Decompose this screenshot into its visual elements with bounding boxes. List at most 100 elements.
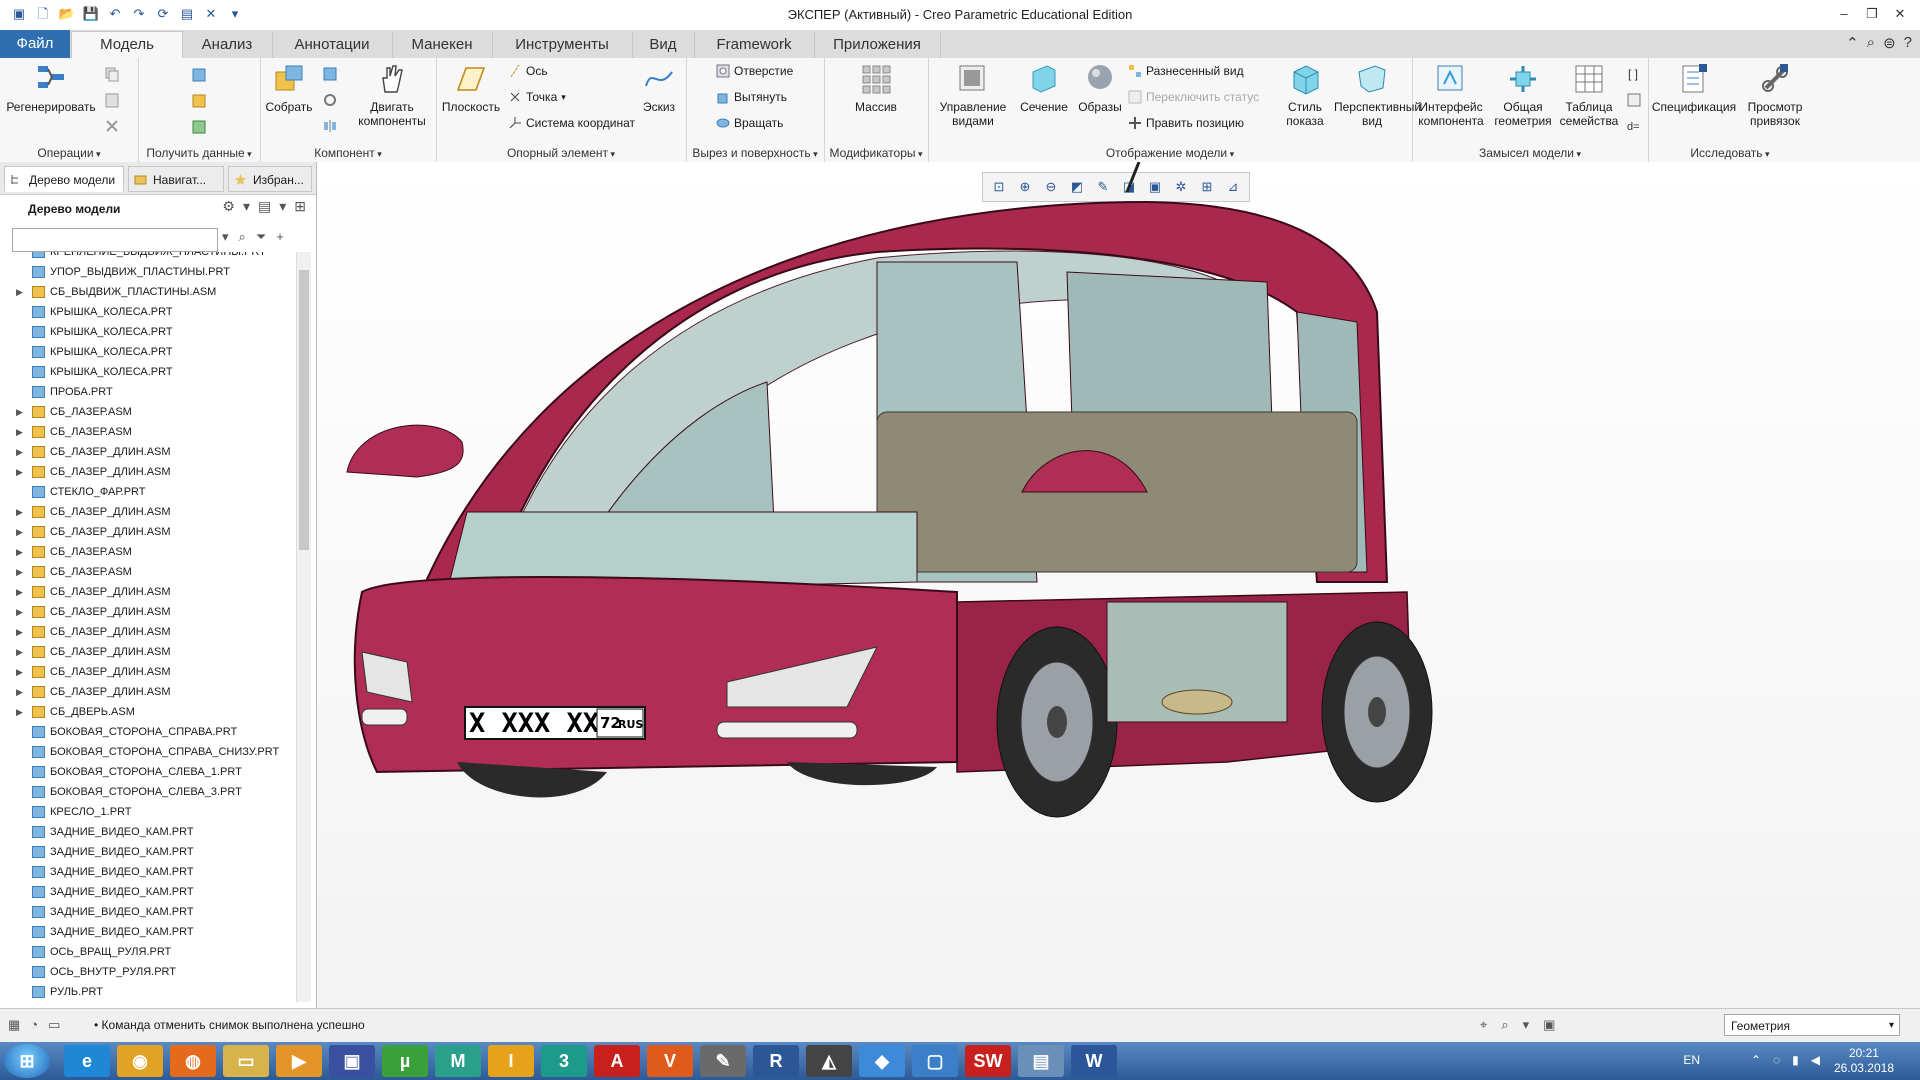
tree-row[interactable]: КРЕПЛЕНИЕ_ВЫДВИЖ_ПЛАСТИНЫ.PRT: [0, 252, 296, 262]
hole-button[interactable]: Отверстие: [716, 64, 793, 78]
group-label-model-intent[interactable]: Замысел модели: [1412, 146, 1648, 160]
taskbar-ie[interactable]: e: [64, 1045, 110, 1077]
chevron-down-icon[interactable]: ▾: [222, 229, 229, 245]
settings-icon[interactable]: ⚙: [222, 198, 235, 215]
expand-arrow-icon[interactable]: ▶: [16, 442, 26, 462]
taskbar-chrome[interactable]: ◉: [117, 1045, 163, 1077]
tree-row[interactable]: КРЫШКА_КОЛЕСА.PRT: [0, 322, 296, 342]
tab-3[interactable]: Аннотации: [272, 32, 393, 58]
tree-row[interactable]: ЗАДНИЕ_ВИДЕО_КАМ.PRT: [0, 922, 296, 942]
tree-row[interactable]: РУЛЬ.PRT: [0, 982, 296, 1002]
tree-row[interactable]: ▶ СБ_ЛАЗЕР_ДЛИН.ASM: [0, 582, 296, 602]
tree-row[interactable]: ▶ СБ_ЛАЗЕР_ДЛИН.ASM: [0, 602, 296, 622]
chevron-down-icon[interactable]: ▾: [1523, 1017, 1530, 1033]
taskbar-catia[interactable]: ◭: [806, 1045, 852, 1077]
volume-icon[interactable]: ◀: [1811, 1053, 1820, 1067]
copy-icon[interactable]: [104, 66, 120, 82]
tree-row[interactable]: ▶ СБ_ЛАЗЕР.ASM: [0, 562, 296, 582]
tree-row[interactable]: УПОР_ВЫДВИЖ_ПЛАСТИНЫ.PRT: [0, 262, 296, 282]
grid-icon[interactable]: ▦: [8, 1017, 20, 1033]
tree-row[interactable]: ▶ СБ_ЛАЗЕР_ДЛИН.ASM: [0, 682, 296, 702]
group-label-operations[interactable]: Операции: [0, 146, 138, 160]
smart-select-icon[interactable]: ⌖: [1480, 1017, 1487, 1033]
find-icon[interactable]: ⌕: [1501, 1017, 1508, 1033]
taskbar-navis[interactable]: ◆: [859, 1045, 905, 1077]
add-icon[interactable]: +: [276, 229, 284, 245]
help-icon[interactable]: ?: [1904, 34, 1912, 52]
tree-row[interactable]: КРЫШКА_КОЛЕСА.PRT: [0, 362, 296, 382]
chevron-up-icon[interactable]: ⌃: [1846, 34, 1859, 52]
family-table-button[interactable]: Таблица семейства: [1558, 62, 1620, 128]
tree-row[interactable]: ЗАДНИЕ_ВИДЕО_КАМ.PRT: [0, 822, 296, 842]
expand-arrow-icon[interactable]: ▶: [16, 422, 26, 442]
group-label-component[interactable]: Компонент: [260, 146, 436, 160]
merge-icon[interactable]: [190, 118, 208, 136]
expand-arrow-icon[interactable]: ▶: [16, 402, 26, 422]
chevron-down-icon[interactable]: ▾: [243, 198, 250, 215]
tab-7[interactable]: Framework: [694, 32, 815, 58]
tree-row[interactable]: ▶ СБ_ЛАЗЕР.ASM: [0, 422, 296, 442]
tree-row[interactable]: ▶ СБ_ЛАЗЕР.ASM: [0, 542, 296, 562]
taskbar-creo-view[interactable]: V: [647, 1045, 693, 1077]
tree-row[interactable]: ЗАДНИЕ_ВИДЕО_КАМ.PRT: [0, 842, 296, 862]
switch-dimensions-icon[interactable]: [1626, 92, 1642, 108]
group-label-cut-surface[interactable]: Вырез и поверхность: [686, 146, 824, 160]
tab-navigator[interactable]: Навигат...: [128, 166, 224, 192]
taskbar-utorrent[interactable]: µ: [382, 1045, 428, 1077]
car-model[interactable]: X XXX XX 72 RUS: [317, 162, 1920, 1008]
tab-1[interactable]: Модель: [71, 31, 183, 59]
tree-row[interactable]: ОСЬ_ВНУТР_РУЛЯ.PRT: [0, 962, 296, 982]
section-button[interactable]: Сечение: [1016, 62, 1072, 114]
csys-button[interactable]: Система координат: [508, 116, 635, 130]
assemble-button[interactable]: Собрать: [264, 62, 314, 114]
close-icon[interactable]: ✕: [1886, 2, 1914, 26]
group-label-investigate[interactable]: Исследовать: [1648, 146, 1812, 160]
create-component-icon[interactable]: [322, 66, 338, 82]
relations-icon[interactable]: d=: [1626, 118, 1642, 134]
expand-arrow-icon[interactable]: ▶: [16, 602, 26, 622]
taskbar-solidworks[interactable]: SW: [965, 1045, 1011, 1077]
tree-row[interactable]: ПРОБА.PRT: [0, 382, 296, 402]
tree-row[interactable]: БОКОВАЯ_СТОРОНА_СЛЕВА_3.PRT: [0, 782, 296, 802]
tab-model-tree[interactable]: Дерево модели: [4, 166, 124, 192]
tree-scrollbar[interactable]: [296, 252, 311, 1002]
tree-row[interactable]: ▶ СБ_ВЫДВИЖ_ПЛАСТИНЫ.ASM: [0, 282, 296, 302]
taskbar-calc[interactable]: ▤: [1018, 1045, 1064, 1077]
group-label-model-display[interactable]: Отображение модели: [928, 146, 1412, 160]
taskbar-media[interactable]: ▶: [276, 1045, 322, 1077]
expand-arrow-icon[interactable]: ▶: [16, 662, 26, 682]
sketch-button[interactable]: Эскиз: [636, 62, 682, 114]
expand-arrow-icon[interactable]: ▶: [16, 502, 26, 522]
copy-geometry-icon[interactable]: [190, 66, 208, 84]
taskbar-acrobat[interactable]: A: [594, 1045, 640, 1077]
tab-0[interactable]: Файл: [0, 30, 70, 58]
tree-row[interactable]: ▶ СБ_ДВЕРЬ.ASM: [0, 702, 296, 722]
minimize-icon[interactable]: –: [1830, 2, 1858, 26]
taskbar-mathcad[interactable]: M: [435, 1045, 481, 1077]
shrinkwrap-icon[interactable]: [190, 92, 208, 110]
tab-2[interactable]: Анализ: [182, 32, 273, 58]
appearances-button[interactable]: Образы: [1074, 62, 1126, 114]
taskbar-inventor[interactable]: I: [488, 1045, 534, 1077]
tree-row[interactable]: БОКОВАЯ_СТОРОНА_СПРАВА_СНИЗУ.PRT: [0, 742, 296, 762]
taskbar-3dsmax[interactable]: 3: [541, 1045, 587, 1077]
taskbar-firefox[interactable]: ◍: [170, 1045, 216, 1077]
show-icon[interactable]: ▤: [258, 198, 271, 215]
plane-button[interactable]: Плоскость: [440, 62, 502, 114]
taskbar-explorer[interactable]: ▭: [223, 1045, 269, 1077]
group-label-datum[interactable]: Опорный элемент: [436, 146, 686, 160]
group-label-get-data[interactable]: Получить данные: [138, 146, 260, 160]
expand-arrow-icon[interactable]: ▶: [16, 522, 26, 542]
search-icon[interactable]: ⌕: [1867, 34, 1875, 52]
drag-components-button[interactable]: Двигать компоненты: [352, 62, 432, 128]
expand-arrow-icon[interactable]: ▶: [16, 642, 26, 662]
mirror-component-icon[interactable]: [322, 118, 338, 134]
binoculars-icon[interactable]: ⌕: [239, 229, 246, 245]
delete-icon[interactable]: [104, 118, 120, 134]
funnel-icon[interactable]: ⏷: [256, 229, 266, 245]
reference-viewer-button[interactable]: Просмотр привязок: [1742, 62, 1808, 128]
taskbar-pencil[interactable]: ✎: [700, 1045, 746, 1077]
manage-views-button[interactable]: Управление видами: [934, 62, 1012, 128]
taskbar-revit[interactable]: R: [753, 1045, 799, 1077]
revolve-button[interactable]: Вращать: [716, 116, 783, 130]
